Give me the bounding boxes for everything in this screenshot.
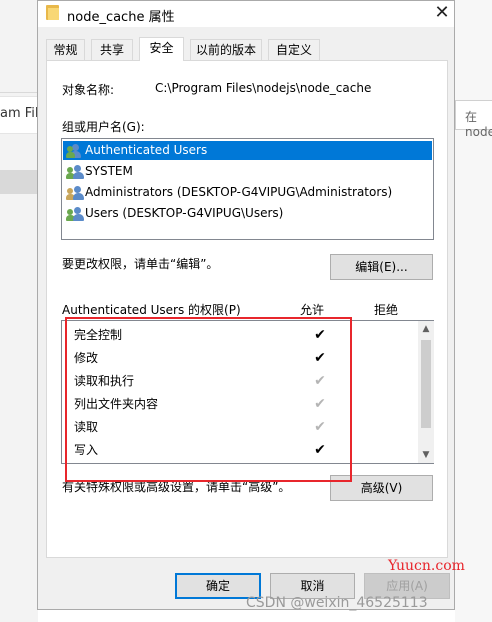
list-item-system[interactable]: SYSTEM — [63, 162, 432, 181]
permission-row: 读取 ✔ — [74, 417, 414, 437]
list-item-administrators[interactable]: Administrators (DESKTOP-G4VIPUG\Administ… — [63, 183, 432, 202]
properties-dialog: node_cache 属性 ✕ 常规 共享 安全 以前的版本 自定义 对象名称:… — [37, 0, 455, 610]
edit-button[interactable]: 编辑(E)... — [330, 254, 433, 280]
permission-row: 列出文件夹内容 ✔ — [74, 394, 414, 414]
permission-row: 写入 ✔ — [74, 440, 414, 460]
user-group-icon — [66, 206, 84, 221]
permission-row: 读取和执行 ✔ — [74, 371, 414, 391]
user-group-icon — [66, 185, 84, 200]
background-window-left: am File — [0, 0, 47, 622]
tab-general[interactable]: 常规 — [46, 39, 85, 61]
bg-divider — [0, 92, 38, 93]
check-icon: ✔ — [314, 327, 326, 343]
scroll-up-icon[interactable]: ▲ — [418, 321, 434, 337]
list-item-authenticated-users[interactable]: Authenticated Users — [63, 141, 432, 160]
check-icon: ✔ — [314, 396, 326, 412]
credit-watermark: CSDN @weixin_46525113 — [246, 595, 428, 611]
tab-customize[interactable]: 自定义 — [268, 39, 320, 61]
background-window-right: 在 node_ — [455, 0, 492, 622]
security-panel: 对象名称: C:\Program Files\nodejs\node_cache… — [46, 60, 448, 558]
window-title: node_cache 属性 — [67, 10, 175, 25]
advanced-hint: 有关特殊权限或高级设置，请单击“高级”。 — [62, 480, 291, 494]
object-name-value: C:\Program Files\nodejs\node_cache — [155, 81, 372, 95]
users-list[interactable]: Authenticated Users SYSTEM Administrator… — [61, 138, 434, 240]
permission-row: 完全控制 ✔ — [74, 325, 414, 345]
check-icon: ✔ — [314, 419, 326, 435]
check-icon: ✔ — [314, 373, 326, 389]
scroll-down-icon[interactable]: ▼ — [418, 447, 434, 463]
group-users-label: 组或用户名(G): — [62, 120, 145, 134]
change-permission-hint: 要更改权限，请单击“编辑”。 — [62, 257, 219, 271]
bg-search-text: 在 node_ — [465, 110, 492, 139]
title-bar: node_cache 属性 ✕ — [38, 1, 454, 27]
permission-row: 修改 ✔ — [74, 348, 414, 368]
check-icon: ✔ — [314, 442, 326, 458]
permissions-list: 完全控制 ✔ 修改 ✔ 读取和执行 ✔ 列出文件夹内容 ✔ 读取 ✔ 写入 ✔ — [61, 320, 434, 464]
check-icon: ✔ — [314, 350, 326, 366]
close-icon[interactable]: ✕ — [430, 2, 454, 24]
list-item-users[interactable]: Users (DESKTOP-G4VIPUG\Users) — [63, 204, 432, 223]
user-group-icon — [66, 164, 84, 179]
site-watermark: Yuucn.com — [388, 558, 465, 574]
advanced-button[interactable]: 高级(V) — [330, 475, 433, 501]
tab-security[interactable]: 安全 — [139, 37, 184, 61]
bg-toolbar — [0, 0, 38, 92]
permissions-header: Authenticated Users 的权限(P) — [62, 303, 241, 317]
allow-column-header: 允许 — [300, 303, 325, 317]
permissions-scrollbar[interactable]: ▲ ▼ — [418, 321, 434, 463]
bg-selected-row — [0, 170, 38, 194]
tab-bar: 常规 共享 安全 以前的版本 自定义 — [46, 37, 446, 61]
deny-column-header: 拒绝 — [374, 303, 399, 317]
object-name-label: 对象名称: — [62, 83, 115, 97]
scroll-thumb[interactable] — [421, 340, 431, 428]
folder-icon — [46, 5, 59, 20]
tab-sharing[interactable]: 共享 — [91, 39, 133, 61]
tab-previous-versions[interactable]: 以前的版本 — [190, 39, 262, 61]
users-group-icon — [66, 143, 84, 158]
